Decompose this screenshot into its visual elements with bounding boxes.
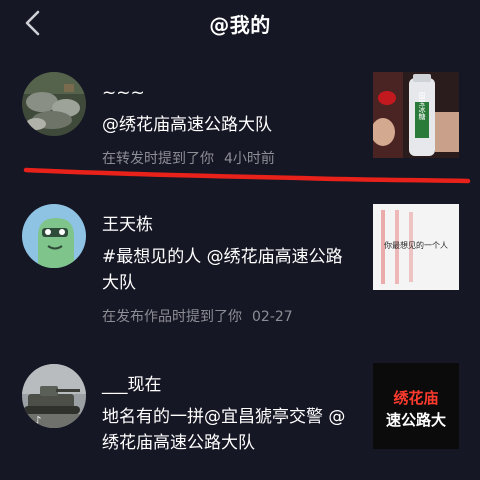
thumbnail-subtext: 速公路大: [386, 411, 446, 429]
notification-content: #最想见的人 @绣花庙高速公路大队: [102, 247, 343, 293]
notification-item[interactable]: ~~~ @绣花庙高速公路大队 在转发时提到了你 4小时前 国宝冰糖: [0, 62, 480, 192]
avatar-image: ♪: [22, 364, 86, 428]
notification-text: ~~~ @绣花庙高速公路大队 在转发时提到了你 4小时前: [102, 82, 347, 168]
thumbnail-text: 国宝冰糖: [418, 92, 426, 121]
avatar[interactable]: ♪: [22, 364, 86, 428]
notification-item[interactable]: 王天栋 #最想见的人 @绣花庙高速公路大队 在发布作品时提到了你 02-27 你最…: [0, 192, 480, 342]
notification-time: 4小时前: [224, 151, 275, 167]
video-thumbnail[interactable]: 绣花庙 速公路大: [373, 363, 459, 449]
mentions-screen: @我的 ~~~ @绣花庙高速公路大队 在转发时提到了你 4小时前 国宝冰糖 王天…: [0, 0, 480, 480]
header-bar: @我的: [0, 0, 480, 46]
thumbnail-image: 国宝冰糖: [373, 72, 459, 158]
notification-time: 02-27: [252, 309, 293, 325]
user-name[interactable]: ___现在: [102, 374, 347, 396]
user-name[interactable]: 王天栋: [102, 214, 347, 236]
thumbnail-text: 绣花庙: [392, 389, 438, 407]
notification-text: ___现在 地名有的一拼@宜昌猇亭交警 @绣花庙高速公路大队: [102, 374, 347, 456]
video-thumbnail[interactable]: 国宝冰糖: [373, 72, 459, 158]
page-title: @我的: [209, 13, 271, 37]
avatar[interactable]: [22, 204, 86, 268]
notification-content: 地名有的一拼@宜昌猇亭交警 @绣花庙高速公路大队: [102, 407, 346, 453]
avatar[interactable]: [22, 72, 86, 136]
avatar-image: [22, 204, 86, 268]
notification-meta: 在转发时提到了你 4小时前: [102, 150, 347, 168]
video-thumbnail[interactable]: 你最想见的一个人: [373, 204, 459, 290]
avatar-image: [22, 72, 86, 136]
thumbnail-text: 你最想见的一个人: [384, 240, 448, 250]
user-name[interactable]: ~~~: [102, 82, 347, 104]
notification-content: @绣花庙高速公路大队: [102, 115, 272, 135]
music-note-icon: ♪: [34, 414, 41, 427]
notification-meta: 在发布作品时提到了你 02-27: [102, 308, 347, 326]
thumbnail-image: 绣花庙 速公路大: [373, 363, 459, 449]
thumbnail-image: 你最想见的一个人: [373, 204, 459, 290]
notification-text: 王天栋 #最想见的人 @绣花庙高速公路大队 在发布作品时提到了你 02-27: [102, 214, 347, 326]
notification-item[interactable]: ♪ ___现在 地名有的一拼@宜昌猇亭交警 @绣花庙高速公路大队 绣花庙 速公路…: [0, 350, 480, 480]
notification-action: 在发布作品时提到了你: [102, 309, 242, 325]
notification-action: 在转发时提到了你: [102, 151, 214, 167]
